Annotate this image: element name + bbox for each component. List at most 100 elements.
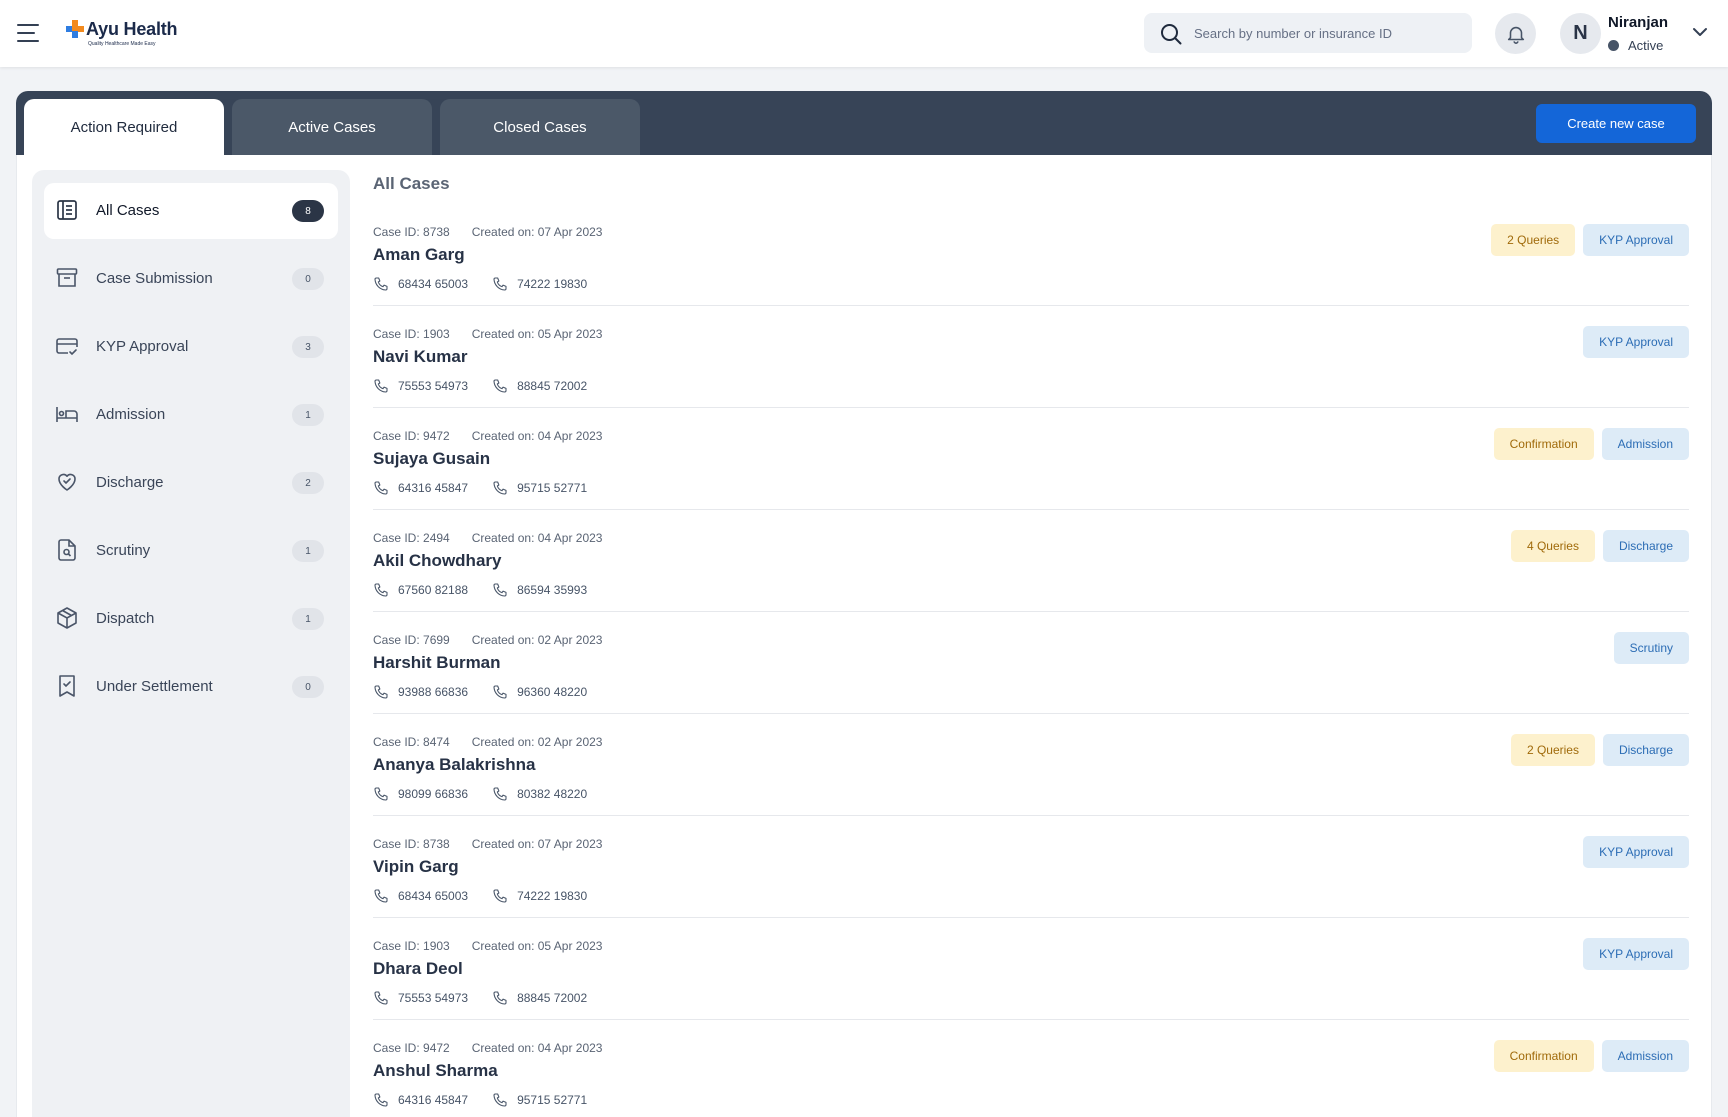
created-date: Created on: 05 Apr 2023 [471, 327, 603, 341]
phone-number[interactable]: 88845 72002 [492, 990, 587, 1006]
case-tags: 2 Queries KYP Approval [1483, 224, 1689, 256]
phone-number[interactable]: 98099 66836 [373, 786, 468, 802]
patient-name[interactable]: Ananya Balakrishna [373, 755, 536, 775]
search-icon [1161, 24, 1182, 45]
search-input[interactable] [1194, 13, 1464, 53]
phone-number[interactable]: 74222 19830 [492, 888, 587, 904]
created-date: Created on: 07 Apr 2023 [471, 837, 603, 851]
sidebar-item-case-submission[interactable]: Case Submission 0 [44, 251, 338, 307]
created-date: Created on: 05 Apr 2023 [471, 939, 603, 953]
case-id: Case ID: 9472 [373, 429, 450, 443]
status-badge[interactable]: 2 Queries [1491, 224, 1576, 256]
phone-number[interactable]: 64316 45847 [373, 480, 468, 496]
file-search-icon [58, 539, 76, 561]
case-row[interactable]: Case ID: 9472 Created on: 04 Apr 2023 Ansh… [373, 1020, 1689, 1117]
sidebar-item-discharge[interactable]: Discharge 2 [44, 455, 338, 511]
phone-number[interactable]: 67560 82188 [373, 582, 468, 598]
phone-number[interactable]: 68434 65003 [373, 888, 468, 904]
status-badge[interactable]: Discharge [1602, 530, 1689, 562]
status-badge[interactable]: KYP Approval [1583, 938, 1689, 970]
status-badge[interactable]: KYP Approval [1583, 224, 1689, 256]
hamburger-menu-icon[interactable] [17, 24, 39, 42]
phone-text: 74222 19830 [517, 277, 588, 291]
tab-action-required[interactable]: Action Required [24, 99, 224, 155]
user-name[interactable]: Niranjan [1608, 14, 1668, 31]
case-list: Case ID: 8738 Created on: 07 Apr 2023 Aman… [373, 204, 1689, 1117]
patient-name[interactable]: Akil Chowdhary [373, 551, 501, 571]
status-badge[interactable]: Confirmation [1493, 428, 1594, 460]
avatar[interactable]: N [1560, 13, 1601, 54]
sidebar-item-admission[interactable]: Admission 1 [44, 387, 338, 443]
patient-name[interactable]: Vipin Garg [373, 857, 459, 877]
sidebar-item-kyp-approval[interactable]: KYP Approval 3 [44, 319, 338, 375]
phone-number[interactable]: 95715 52771 [492, 1092, 587, 1108]
sidebar-item-under-settlement[interactable]: Under Settlement 0 [44, 659, 338, 715]
phone-icon [493, 277, 507, 291]
patient-name[interactable]: Dhara Deol [373, 959, 463, 979]
phone-list: 75553 54973 88845 72002 [373, 989, 611, 1007]
search-box[interactable] [1144, 13, 1472, 53]
phone-icon [374, 991, 388, 1005]
phone-text: 67560 82188 [398, 583, 469, 597]
case-id: Case ID: 1903 [373, 939, 450, 953]
created-date: Created on: 04 Apr 2023 [471, 429, 603, 443]
phone-number[interactable]: 68434 65003 [373, 276, 468, 292]
phone-text: 96360 48220 [517, 685, 588, 699]
patient-name[interactable]: Navi Kumar [373, 347, 467, 367]
phone-list: 64316 45847 95715 52771 [373, 479, 611, 497]
status-badge[interactable]: Admission [1601, 1040, 1689, 1072]
count-badge: 3 [292, 336, 324, 358]
phone-number[interactable]: 75553 54973 [373, 990, 468, 1006]
status-badge[interactable]: KYP Approval [1583, 836, 1689, 868]
phone-number[interactable]: 95715 52771 [492, 480, 587, 496]
phone-number[interactable]: 75553 54973 [373, 378, 468, 394]
tab-active-cases[interactable]: Active Cases [232, 99, 432, 155]
count-badge: 2 [292, 472, 324, 494]
phone-text: 88845 72002 [517, 379, 588, 393]
patient-name[interactable]: Anshul Sharma [373, 1061, 498, 1081]
phone-number[interactable]: 88845 72002 [492, 378, 587, 394]
phone-list: 98099 66836 80382 48220 [373, 785, 611, 803]
case-row[interactable]: Case ID: 1903 Created on: 05 Apr 2023 Navi… [373, 306, 1689, 408]
status-badge[interactable]: KYP Approval [1583, 326, 1689, 358]
phone-text: 64316 45847 [398, 1093, 469, 1107]
package-icon [57, 607, 77, 629]
phone-number[interactable]: 64316 45847 [373, 1092, 468, 1108]
logo-cross-icon [66, 20, 84, 38]
phone-number[interactable]: 86594 35993 [492, 582, 587, 598]
case-row[interactable]: Case ID: 2494 Created on: 04 Apr 2023 Akil… [373, 510, 1689, 612]
case-row[interactable]: Case ID: 8738 Created on: 07 Apr 2023 Aman… [373, 204, 1689, 306]
status-badge[interactable]: Discharge [1602, 734, 1689, 766]
sidebar-item-dispatch[interactable]: Dispatch 1 [44, 591, 338, 647]
case-meta: Case ID: 8738 Created on: 07 Apr 2023 [373, 225, 602, 239]
patient-name[interactable]: Harshit Burman [373, 653, 501, 673]
phone-text: 88845 72002 [517, 991, 588, 1005]
sidebar-item-label: All Cases [96, 202, 160, 219]
status-badge[interactable]: Admission [1601, 428, 1689, 460]
chevron-down-icon[interactable] [1692, 26, 1708, 38]
status-badge[interactable]: 4 Queries [1510, 530, 1595, 562]
phone-text: 68434 65003 [398, 889, 469, 903]
phone-text: 75553 54973 [398, 991, 469, 1005]
sidebar-item-scrutiny[interactable]: Scrutiny 1 [44, 523, 338, 579]
patient-name[interactable]: Sujaya Gusain [373, 449, 490, 469]
tab-closed-cases[interactable]: Closed Cases [440, 99, 640, 155]
phone-number[interactable]: 74222 19830 [492, 276, 587, 292]
case-row[interactable]: Case ID: 8474 Created on: 02 Apr 2023 Anan… [373, 714, 1689, 816]
create-new-case-button[interactable]: Create new case [1536, 104, 1696, 143]
status-badge[interactable]: Confirmation [1493, 1040, 1594, 1072]
case-row[interactable]: Case ID: 7699 Created on: 02 Apr 2023 Hars… [373, 612, 1689, 714]
case-row[interactable]: Case ID: 9472 Created on: 04 Apr 2023 Suja… [373, 408, 1689, 510]
case-row[interactable]: Case ID: 1903 Created on: 05 Apr 2023 Dhar… [373, 918, 1689, 1020]
phone-number[interactable]: 96360 48220 [492, 684, 587, 700]
created-date: Created on: 07 Apr 2023 [471, 225, 603, 239]
phone-number[interactable]: 80382 48220 [492, 786, 587, 802]
patient-name[interactable]: Aman Garg [373, 245, 465, 265]
notifications-button[interactable] [1495, 13, 1536, 54]
sidebar-item-label: Case Submission [96, 270, 213, 287]
phone-number[interactable]: 93988 66836 [373, 684, 468, 700]
status-badge[interactable]: Scrutiny [1613, 632, 1689, 664]
case-row[interactable]: Case ID: 8738 Created on: 07 Apr 2023 Vipi… [373, 816, 1689, 918]
status-badge[interactable]: 2 Queries [1510, 734, 1595, 766]
sidebar-item-all-cases[interactable]: All Cases 8 [44, 183, 338, 239]
